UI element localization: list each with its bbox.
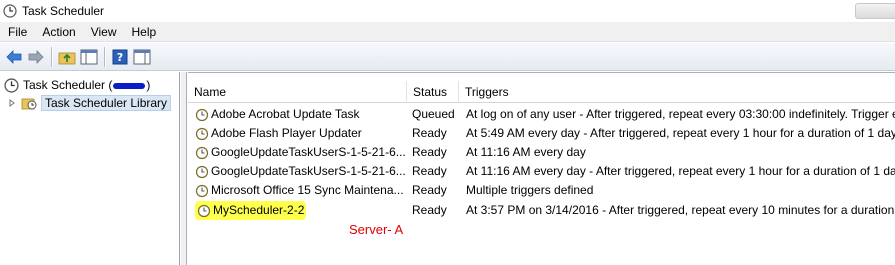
task-name: Adobe Acrobat Update Task: [211, 107, 360, 121]
task-status: Ready: [412, 183, 447, 197]
task-clock-icon: [195, 146, 209, 160]
back-arrow-icon[interactable]: [3, 46, 25, 68]
task-triggers: At 11:16 AM every day: [466, 145, 586, 159]
tree-item-task-scheduler[interactable]: Task Scheduler (): [4, 76, 150, 94]
task-name: Microsoft Office 15 Sync Maintena...: [211, 183, 404, 197]
folder-clock-icon: [21, 96, 37, 110]
task-clock-icon: [195, 127, 209, 141]
clock-icon: [3, 3, 17, 18]
task-status: Ready: [412, 145, 447, 159]
task-name: GoogleUpdateTaskUserS-1-5-21-6...: [211, 164, 405, 178]
clock-icon: [4, 77, 19, 93]
column-header-row: Name Status Triggers: [188, 81, 895, 103]
column-header-triggers[interactable]: Triggers: [459, 81, 895, 103]
window-title: Task Scheduler: [22, 3, 105, 18]
task-triggers: At 5:49 AM every day - After triggered, …: [466, 126, 895, 140]
expand-arrow-icon[interactable]: [8, 99, 16, 107]
server-annotation: Server- A: [349, 222, 404, 237]
menu-view[interactable]: View: [83, 22, 124, 42]
highlight-marker: MyScheduler-2-2: [195, 201, 307, 220]
task-status: Queued: [412, 107, 455, 121]
forward-arrow-icon[interactable]: [25, 46, 47, 68]
table-row[interactable]: MyScheduler-2-2 Ready At 3:57 PM on 3/14…: [188, 201, 895, 220]
table-row[interactable]: Adobe Acrobat Update Task Queued At log …: [188, 105, 895, 124]
svg-text:?: ?: [117, 51, 123, 64]
show-hide-tree-icon[interactable]: [78, 46, 100, 68]
tree-item-label: Task Scheduler (): [23, 78, 151, 92]
table-row[interactable]: Microsoft Office 15 Sync Maintena... Rea…: [188, 181, 895, 200]
menu-bar: File Action View Help: [0, 22, 895, 42]
properties-pane-icon[interactable]: [131, 46, 153, 68]
table-row[interactable]: GoogleUpdateTaskUserS-1-5-21-6... Ready …: [188, 162, 895, 181]
tree-item-label: Task Scheduler Library: [41, 95, 172, 111]
tree-item-task-scheduler-library[interactable]: Task Scheduler Library: [8, 94, 172, 112]
task-clock-icon: [195, 165, 209, 179]
column-header-name[interactable]: Name: [188, 81, 407, 103]
menu-action[interactable]: Action: [34, 22, 82, 42]
toolbar-separator: [104, 46, 105, 67]
menu-file[interactable]: File: [0, 22, 34, 42]
task-list: Name Status Triggers Adobe Acrobat Updat…: [188, 72, 895, 265]
pane-splitter[interactable]: [181, 72, 187, 265]
up-folder-icon[interactable]: [56, 46, 78, 68]
task-status: Ready: [412, 164, 447, 178]
help-icon[interactable]: ?: [109, 46, 131, 68]
redaction-mark: [113, 82, 146, 89]
task-name: MyScheduler-2-2: [213, 203, 305, 217]
task-status: Ready: [412, 126, 447, 140]
task-triggers: At log on of any user - After triggered,…: [466, 107, 895, 121]
table-row[interactable]: Adobe Flash Player Updater Ready At 5:49…: [188, 124, 895, 143]
task-name: Adobe Flash Player Updater: [211, 126, 362, 140]
navigation-tree: Task Scheduler () Task Scheduler Library: [0, 72, 180, 265]
task-triggers: At 11:16 AM every day - After triggered,…: [466, 164, 895, 178]
task-triggers: At 3:57 PM on 3/14/2016 - After triggere…: [466, 203, 895, 217]
column-header-status[interactable]: Status: [407, 81, 459, 103]
task-clock-icon: [197, 204, 211, 218]
title-bar: Task Scheduler: [0, 0, 895, 21]
task-triggers: Multiple triggers defined: [466, 183, 594, 197]
task-clock-icon: [195, 184, 209, 198]
toolbar: ?: [0, 43, 895, 71]
task-clock-icon: [195, 108, 209, 122]
window-controls[interactable]: [855, 3, 895, 19]
task-name: GoogleUpdateTaskUserS-1-5-21-6...: [211, 145, 405, 159]
table-row[interactable]: GoogleUpdateTaskUserS-1-5-21-6... Ready …: [188, 143, 895, 162]
menu-help[interactable]: Help: [124, 22, 164, 42]
toolbar-separator: [51, 46, 52, 67]
task-status: Ready: [412, 203, 447, 217]
